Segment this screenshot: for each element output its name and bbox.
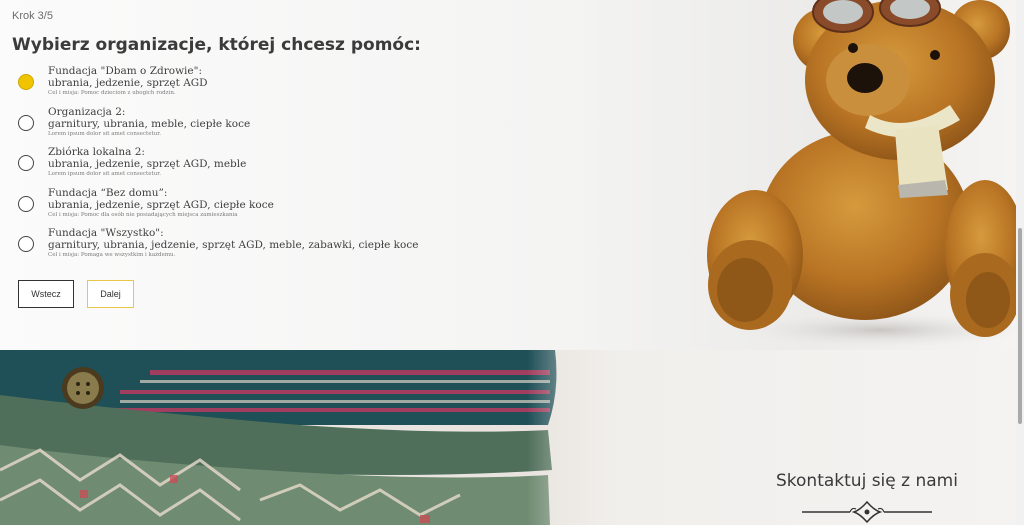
step-indicator: Krok 3/5 (12, 10, 53, 22)
organization-name: Fundacja "Wszystko": (48, 227, 164, 239)
radio-button[interactable] (18, 155, 34, 171)
form-title: Wybierz organizacje, której chcesz pomóc… (12, 35, 421, 55)
organization-categories: ubrania, jedzenie, sprzęt AGD, ciepłe ko… (48, 198, 274, 211)
contact-title: Skontaktuj się z nami (776, 471, 958, 491)
back-button[interactable]: Wstecz (18, 280, 74, 308)
next-button[interactable]: Dalej (87, 280, 134, 308)
organization-categories: ubrania, jedzenie, sprzęt AGD, meble (48, 158, 247, 170)
organization-categories: garnitury, ubrania, meble, ciepłe koce (48, 117, 251, 130)
scrollbar-thumb[interactable] (1018, 228, 1022, 424)
organization-categories: ubrania, jedzenie, sprzęt AGD (48, 77, 208, 89)
page-scrollbar[interactable] (1016, 0, 1024, 525)
form-section: Krok 3/5 Wybierz organizacje, której chc… (0, 0, 1016, 350)
organization-name: Zbiórka lokalna 2: (48, 146, 145, 158)
organization-description: Cel i misja: Pomoc dla osób nie posiadaj… (48, 211, 238, 218)
organization-name: Fundacja “Bez domu”: (48, 186, 168, 199)
radio-button[interactable] (18, 195, 34, 212)
organization-description: Cel i misja: Pomaga we wszystkim i każde… (48, 252, 176, 258)
contact-section (0, 350, 1016, 525)
radio-button[interactable] (18, 114, 34, 131)
radio-button[interactable] (18, 74, 34, 90)
organization-description: Lorem ipsum dolor sit amet consectetur. (48, 130, 162, 137)
organization-name: Organizacja 2: (48, 105, 126, 118)
decorative-ornament-icon (802, 500, 932, 524)
teddy-bear-image (707, 0, 1016, 348)
organization-categories: garnitury, ubrania, jedzenie, sprzęt AGD… (48, 239, 419, 251)
organization-name: Fundacja "Dbam o Zdrowie": (48, 65, 202, 77)
folded-sweaters-image (0, 350, 620, 525)
organization-description: Cel i misja: Pomoc dzieciom z ubogich ro… (48, 90, 176, 96)
organization-description: Lorem ipsum dolor sit amet consectetur. (48, 171, 162, 177)
radio-button[interactable] (18, 236, 34, 252)
